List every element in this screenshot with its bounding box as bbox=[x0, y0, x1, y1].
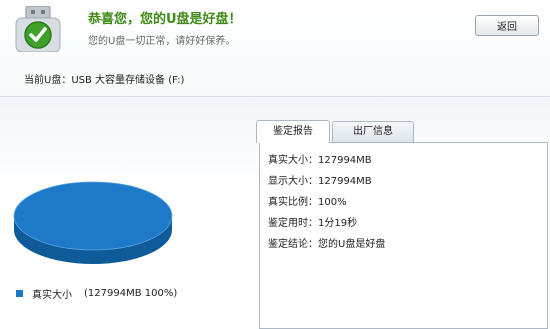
status-message: 您的U盘一切正常，请好好保养。 bbox=[88, 36, 236, 47]
legend-label: 真实大小 bbox=[32, 290, 72, 301]
tab-report[interactable]: 鉴定报告 bbox=[256, 120, 330, 143]
report-line-ratio: 真实比例：100% bbox=[268, 197, 347, 208]
back-button[interactable]: 返回 bbox=[475, 15, 539, 36]
report-line-duration: 鉴定用时：1分19秒 bbox=[268, 218, 358, 229]
report-panel: 真实大小：127994MB 显示大小：127994MB 真实比例：100% 鉴定… bbox=[259, 142, 548, 329]
usb-check-icon bbox=[15, 6, 61, 52]
pie-slice-real-size bbox=[14, 182, 172, 250]
header-bar: 恭喜您，您的U盘是好盘！ 您的U盘一切正常，请好好保养。 返回 当前U盘：USB… bbox=[0, 0, 550, 97]
legend-value: (127994MB 100%) bbox=[84, 288, 178, 299]
page-title: 恭喜您，您的U盘是好盘！ bbox=[88, 12, 242, 27]
chart-legend: 真实大小 (127994MB 100%) bbox=[16, 286, 177, 301]
report-line-display-size: 显示大小：127994MB bbox=[268, 176, 372, 187]
current-drive-label: 当前U盘：USB 大容量存储设备 (F:) bbox=[24, 75, 185, 86]
report-line-real-size: 真实大小：127994MB bbox=[268, 155, 372, 166]
tab-factory-info[interactable]: 出厂信息 bbox=[332, 121, 414, 142]
legend-swatch bbox=[16, 290, 23, 297]
capacity-pie-chart bbox=[13, 181, 173, 264]
report-line-conclusion: 鉴定结论：您的U盘是好盘 bbox=[268, 239, 386, 250]
